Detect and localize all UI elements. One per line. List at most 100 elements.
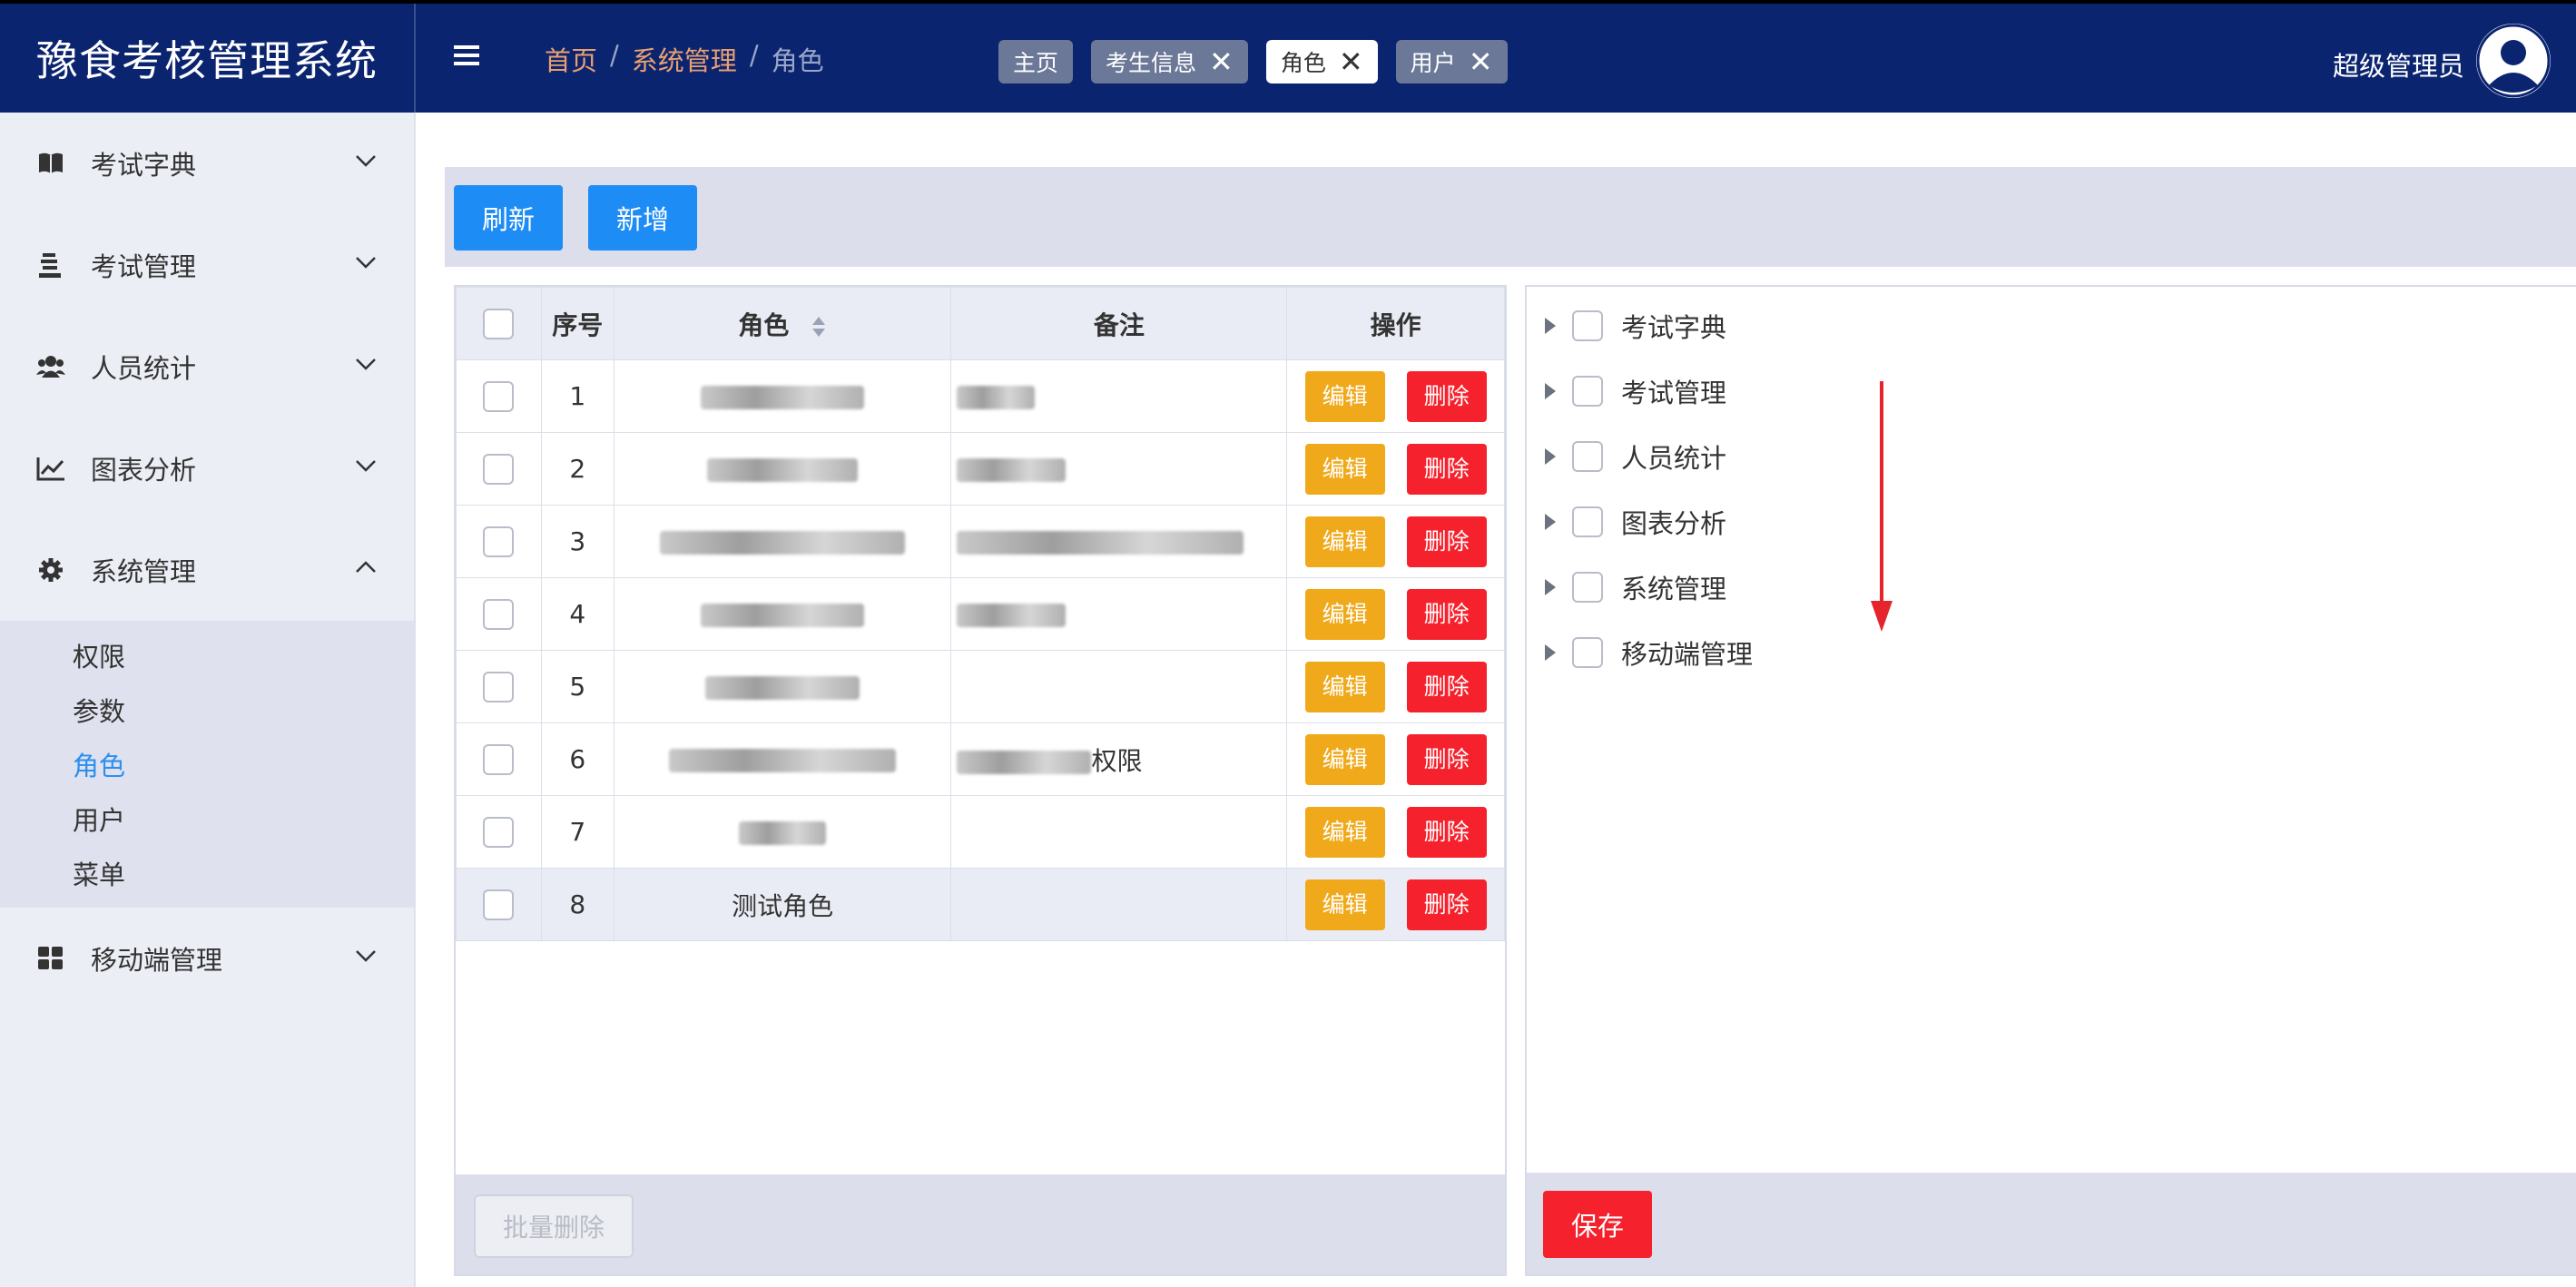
expand-arrow-icon[interactable] [1545, 383, 1556, 399]
user-name[interactable]: 超级管理员 [2333, 45, 2464, 84]
edit-button[interactable]: 编辑 [1304, 879, 1385, 930]
user-avatar-icon [2476, 24, 2551, 98]
row-index: 5 [540, 650, 615, 723]
chevron-down-icon [356, 460, 376, 472]
batch-delete-button[interactable]: 批量删除 [474, 1194, 634, 1258]
tree-checkbox[interactable] [1572, 637, 1603, 668]
sidebar-item-system-management[interactable]: 系统管理 [0, 519, 414, 621]
edit-button[interactable]: 编辑 [1304, 806, 1385, 858]
row-index: 2 [540, 432, 615, 506]
row-select-cell [456, 505, 542, 578]
row-role-cell [613, 432, 952, 506]
row-role-cell [613, 650, 952, 723]
expand-arrow-icon[interactable] [1545, 644, 1556, 661]
column-header-actions: 操作 [1286, 287, 1505, 360]
row-checkbox[interactable] [483, 889, 515, 920]
row-role-redacted [705, 676, 860, 700]
tab-examinee-info[interactable]: 考生信息 ✕ [1091, 40, 1248, 84]
breadcrumb-section[interactable]: 系统管理 [632, 40, 737, 78]
close-icon[interactable]: ✕ [1209, 47, 1234, 76]
row-role-redacted [701, 386, 865, 409]
add-button[interactable]: 新增 [588, 185, 697, 251]
close-icon[interactable]: ✕ [1339, 47, 1363, 76]
row-checkbox[interactable] [483, 381, 515, 412]
sidebar-item-exam-dictionary[interactable]: 考试字典 [0, 113, 414, 214]
edit-button[interactable]: 编辑 [1304, 733, 1385, 785]
row-remark-cell: 权限 [950, 722, 1288, 796]
delete-button[interactable]: 删除 [1406, 806, 1487, 858]
delete-button[interactable]: 删除 [1406, 733, 1487, 785]
tree-node-chart-analysis[interactable]: 图表分析 [1545, 503, 1726, 541]
expand-arrow-icon[interactable] [1545, 514, 1556, 530]
tree-checkbox[interactable] [1572, 572, 1603, 603]
sidebar-subitem-user[interactable]: 用户 [0, 791, 414, 846]
row-actions: 编辑 删除 [1286, 432, 1505, 506]
edit-button[interactable]: 编辑 [1304, 588, 1385, 640]
tree-checkbox[interactable] [1572, 310, 1603, 341]
sidebar-item-mobile-management[interactable]: 移动端管理 [0, 908, 414, 1009]
exam-icon [36, 251, 65, 280]
row-checkbox[interactable] [483, 744, 515, 775]
tree-checkbox[interactable] [1572, 441, 1603, 472]
chart-icon [36, 454, 65, 483]
row-checkbox[interactable] [483, 672, 515, 702]
refresh-button[interactable]: 刷新 [454, 185, 563, 251]
close-icon[interactable]: ✕ [1469, 47, 1493, 76]
column-header-role[interactable]: 角色 [613, 287, 952, 360]
row-checkbox[interactable] [483, 454, 515, 485]
tree-checkbox[interactable] [1572, 376, 1603, 407]
tree-node-system-management[interactable]: 系统管理 [1545, 568, 1726, 606]
tab-home[interactable]: 主页 [998, 40, 1074, 84]
delete-button[interactable]: 删除 [1406, 443, 1487, 495]
sort-icon[interactable] [811, 315, 827, 339]
edit-button[interactable]: 编辑 [1304, 370, 1385, 422]
tree-checkbox[interactable] [1572, 506, 1603, 537]
sidebar-subitem-permission[interactable]: 权限 [0, 628, 414, 683]
edit-button[interactable]: 编辑 [1304, 516, 1385, 567]
table-footer: 批量删除 [456, 1174, 1505, 1274]
row-remark-cell [950, 432, 1288, 506]
breadcrumb-home[interactable]: 首页 [545, 40, 597, 78]
sidebar-item-personnel-stats[interactable]: 人员统计 [0, 316, 414, 418]
edit-button[interactable]: 编辑 [1304, 661, 1385, 712]
row-index: 6 [540, 722, 615, 796]
table-row: 5 编辑 删除 [456, 650, 1505, 723]
tab-label: 主页 [1013, 50, 1059, 76]
tab-role[interactable]: 角色 ✕ [1265, 40, 1378, 84]
tree-node-exam-dictionary[interactable]: 考试字典 [1545, 307, 1726, 345]
sidebar-item-label: 考试字典 [91, 150, 197, 181]
sidebar-item-chart-analysis[interactable]: 图表分析 [0, 418, 414, 519]
save-button[interactable]: 保存 [1543, 1191, 1652, 1258]
delete-button[interactable]: 删除 [1406, 516, 1487, 567]
row-checkbox[interactable] [483, 526, 515, 557]
delete-button[interactable]: 删除 [1406, 879, 1487, 930]
tree-node-mobile-management[interactable]: 移动端管理 [1545, 634, 1753, 672]
expand-arrow-icon[interactable] [1545, 579, 1556, 595]
expand-arrow-icon[interactable] [1545, 318, 1556, 334]
chevron-down-icon [356, 257, 376, 269]
row-checkbox[interactable] [483, 817, 515, 848]
expand-arrow-icon[interactable] [1545, 448, 1556, 465]
select-all-checkbox[interactable] [483, 309, 515, 339]
sidebar-subitem-role[interactable]: 角色 [0, 737, 414, 791]
sidebar-item-exam-management[interactable]: 考试管理 [0, 214, 414, 316]
sidebar-subitem-menu[interactable]: 菜单 [0, 846, 414, 900]
menu-toggle-icon[interactable] [454, 45, 490, 73]
row-checkbox[interactable] [483, 599, 515, 630]
tab-bar: 主页 考生信息 ✕ 角色 ✕ 用户 ✕ [998, 40, 1508, 84]
tree-node-label: 图表分析 [1621, 508, 1727, 539]
edit-button[interactable]: 编辑 [1304, 443, 1385, 495]
row-role-redacted [707, 458, 859, 482]
row-remark-redacted [957, 386, 1036, 409]
tab-user[interactable]: 用户 ✕ [1395, 40, 1508, 84]
row-role-cell [613, 795, 952, 869]
delete-button[interactable]: 删除 [1406, 661, 1487, 712]
tree-node-personnel-stats[interactable]: 人员统计 [1545, 437, 1726, 476]
tree-node-exam-management[interactable]: 考试管理 [1545, 372, 1726, 410]
avatar[interactable] [2476, 24, 2551, 98]
delete-button[interactable]: 删除 [1406, 370, 1487, 422]
table-row: 8 测试角色 编辑 删除 [456, 868, 1505, 941]
role-table: 序号 角色 备注 操作 1 编辑 删除 2 编辑 删除 3 编辑 删除 4 编辑… [456, 287, 1505, 941]
sidebar-subitem-parameter[interactable]: 参数 [0, 683, 414, 737]
delete-button[interactable]: 删除 [1406, 588, 1487, 640]
